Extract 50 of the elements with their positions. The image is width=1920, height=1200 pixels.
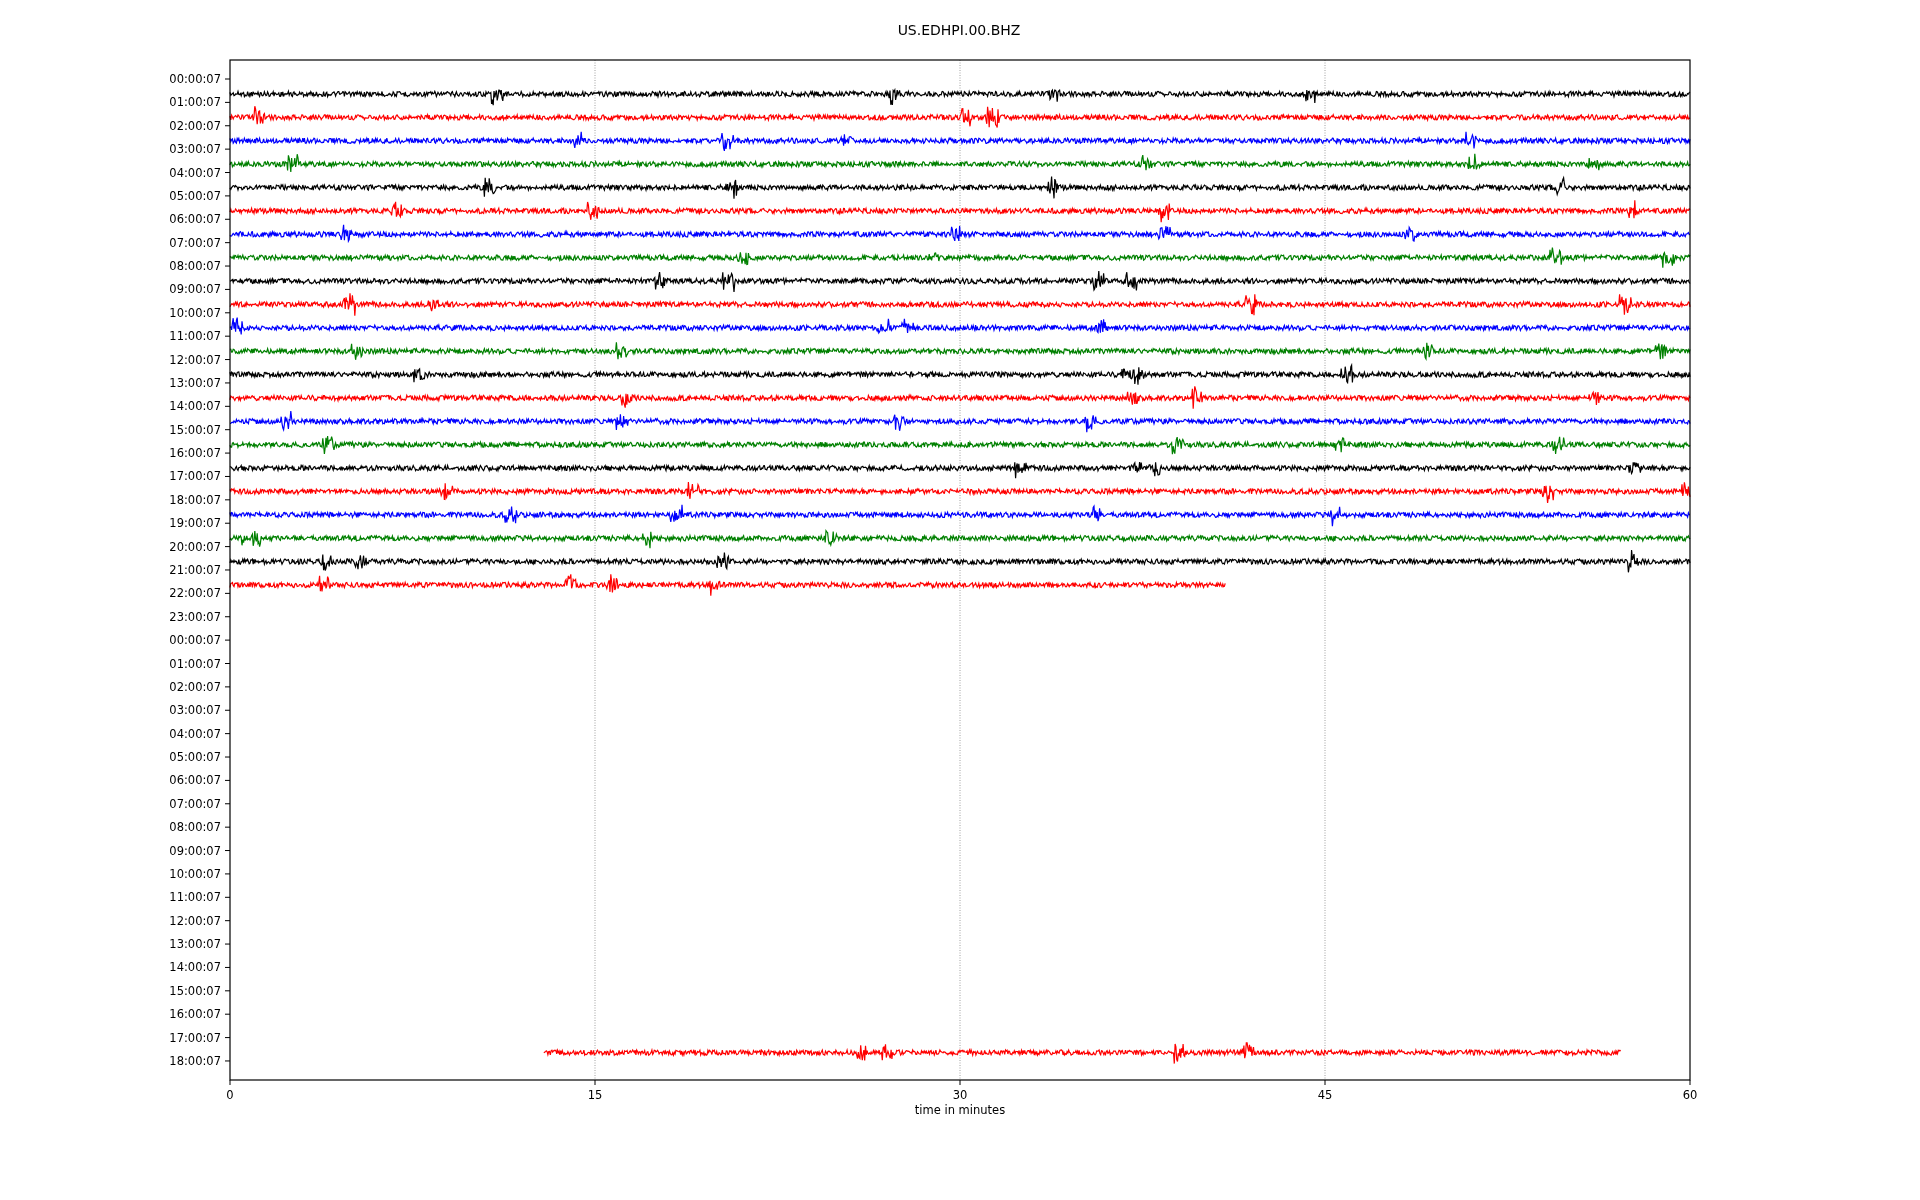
time-label: 15:00:07 xyxy=(169,983,221,998)
time-label: 22:00:07 xyxy=(169,586,221,601)
time-label: 18:00:07 xyxy=(169,492,221,507)
time-label: 04:00:07 xyxy=(169,165,221,180)
time-label: 06:00:07 xyxy=(169,212,221,227)
time-label: 18:00:07 xyxy=(169,1053,221,1068)
x-tick-label: 30 xyxy=(952,1088,968,1102)
time-label: 12:00:07 xyxy=(169,352,221,367)
time-label: 01:00:07 xyxy=(169,656,221,671)
time-label: 14:00:07 xyxy=(169,960,221,975)
time-label: 07:00:07 xyxy=(169,796,221,811)
time-label: 21:00:07 xyxy=(169,563,221,577)
time-label: 00:00:07 xyxy=(169,72,221,86)
time-label: 15:00:07 xyxy=(169,422,221,437)
time-label: 09:00:07 xyxy=(169,843,221,858)
time-label: 13:00:07 xyxy=(169,937,221,952)
x-tick-label: 45 xyxy=(1317,1088,1333,1102)
time-label: 10:00:07 xyxy=(169,866,221,881)
x-tick-label: 0 xyxy=(226,1088,234,1102)
time-label: 06:00:07 xyxy=(169,773,221,788)
time-label: 14:00:07 xyxy=(169,399,221,414)
time-label: 00:00:07 xyxy=(169,633,221,648)
time-label: 03:00:07 xyxy=(169,142,221,157)
time-label: 16:00:07 xyxy=(169,1007,221,1022)
x-tick-label: 60 xyxy=(1682,1088,1698,1102)
time-label: 16:00:07 xyxy=(169,446,221,461)
time-label: 01:00:07 xyxy=(169,95,221,110)
time-label: 05:00:07 xyxy=(169,750,221,764)
time-label: 11:00:07 xyxy=(169,890,221,905)
chart-title: US.EDHPI.00.BHZ xyxy=(897,22,1021,38)
time-label: 02:00:07 xyxy=(169,118,221,133)
time-label: 08:00:07 xyxy=(169,820,221,835)
time-label: 12:00:07 xyxy=(169,913,221,928)
time-label: 03:00:07 xyxy=(169,703,221,718)
time-label: 17:00:07 xyxy=(169,1030,221,1045)
time-label: 10:00:07 xyxy=(169,305,221,320)
time-label: 13:00:07 xyxy=(169,375,221,390)
time-label: 17:00:07 xyxy=(169,469,221,484)
time-label: 11:00:07 xyxy=(169,329,221,344)
time-label: 19:00:07 xyxy=(169,516,221,531)
time-label: 20:00:07 xyxy=(169,539,221,554)
time-label: 23:00:07 xyxy=(169,609,221,624)
time-label: 09:00:07 xyxy=(169,282,221,297)
time-label: 05:00:07 xyxy=(169,188,221,203)
time-label: 02:00:07 xyxy=(169,679,221,694)
x-axis-label: time in minutes xyxy=(914,1103,1006,1117)
time-label: 07:00:07 xyxy=(169,235,221,250)
x-tick-label: 15 xyxy=(587,1088,603,1102)
time-label: 08:00:07 xyxy=(169,259,221,274)
time-label: 04:00:07 xyxy=(169,726,221,741)
